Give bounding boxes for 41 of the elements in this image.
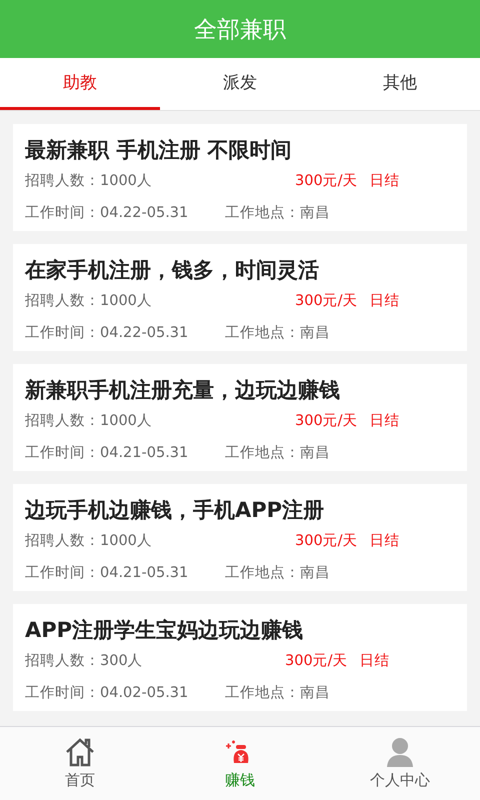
home-icon <box>64 737 96 767</box>
settlement-type: 日结 <box>370 292 400 310</box>
work-location: 工作地点：南昌 <box>225 324 331 342</box>
job-title: 新兼职手机注册充量，边玩边赚钱 <box>25 377 341 404</box>
job-title: 在家手机注册，钱多，时间灵活 <box>25 257 320 284</box>
pay-rate: 300元/天 <box>295 172 358 190</box>
person-icon <box>385 737 415 767</box>
pay-rate: 300元/天 <box>285 652 348 670</box>
settlement-type: 日结 <box>370 412 400 430</box>
recruit-count: 招聘人数：1000人 <box>25 532 153 550</box>
settlement-type: 日结 <box>360 652 390 670</box>
work-period: 工作时间：04.22-05.31 <box>25 324 190 342</box>
work-period: 工作时间：04.22-05.31 <box>25 204 190 222</box>
job-card[interactable]: APP注册学生宝妈边玩边赚钱 招聘人数：300人 300元/天 日结 工作时间：04.02-05.31 工作地点：南昌 <box>13 604 467 711</box>
job-card[interactable]: 新兼职手机注册充量，边玩边赚钱 招聘人数：1000人 300元/天 日结 工作时间：04.21-05.31 工作地点：南昌 <box>13 364 467 471</box>
job-title: 边玩手机边赚钱，手机APP注册 <box>25 497 326 524</box>
recruit-count: 招聘人数：300人 <box>25 652 144 670</box>
job-card[interactable]: 在家手机注册，钱多，时间灵活 招聘人数：1000人 300元/天 日结 工作时间：04.22-05.31 工作地点：南昌 <box>13 244 467 351</box>
work-location: 工作地点：南昌 <box>225 444 331 462</box>
job-card[interactable]: 最新兼职 手机注册 不限时间 招聘人数：1000人 300元/天 日结 工作时间：04.22-05.31 工作地点：南昌 <box>13 124 467 231</box>
recruit-count: 招聘人数：1000人 <box>25 172 153 190</box>
page-title: 全部兼职 <box>194 16 286 44</box>
settlement-type: 日结 <box>370 172 400 190</box>
pay-rate: 300元/天 <box>295 412 358 430</box>
nav-item[interactable]: 赚钱 <box>160 727 320 800</box>
job-title: 最新兼职 手机注册 不限时间 <box>25 137 293 164</box>
job-title: APP注册学生宝妈边玩边赚钱 <box>25 617 304 644</box>
work-location: 工作地点：南昌 <box>225 684 331 702</box>
work-period: 工作时间：04.21-05.31 <box>25 564 190 582</box>
work-location: 工作地点：南昌 <box>225 564 331 582</box>
recruit-count: 招聘人数：1000人 <box>25 292 153 310</box>
work-period: 工作时间：04.02-05.31 <box>25 684 190 702</box>
nav-item[interactable]: 首页 <box>0 727 160 800</box>
nav-item[interactable]: 个人中心 <box>320 727 480 800</box>
work-location: 工作地点：南昌 <box>225 204 331 222</box>
settlement-type: 日结 <box>370 532 400 550</box>
job-card[interactable]: 边玩手机边赚钱，手机APP注册 招聘人数：1000人 300元/天 日结 工作时间：04.21-05.31 工作地点：南昌 <box>13 484 467 591</box>
work-period: 工作时间：04.21-05.31 <box>25 444 190 462</box>
pay-rate: 300元/天 <box>295 292 358 310</box>
pay-rate: 300元/天 <box>295 532 358 550</box>
recruit-count: 招聘人数：1000人 <box>25 412 153 430</box>
